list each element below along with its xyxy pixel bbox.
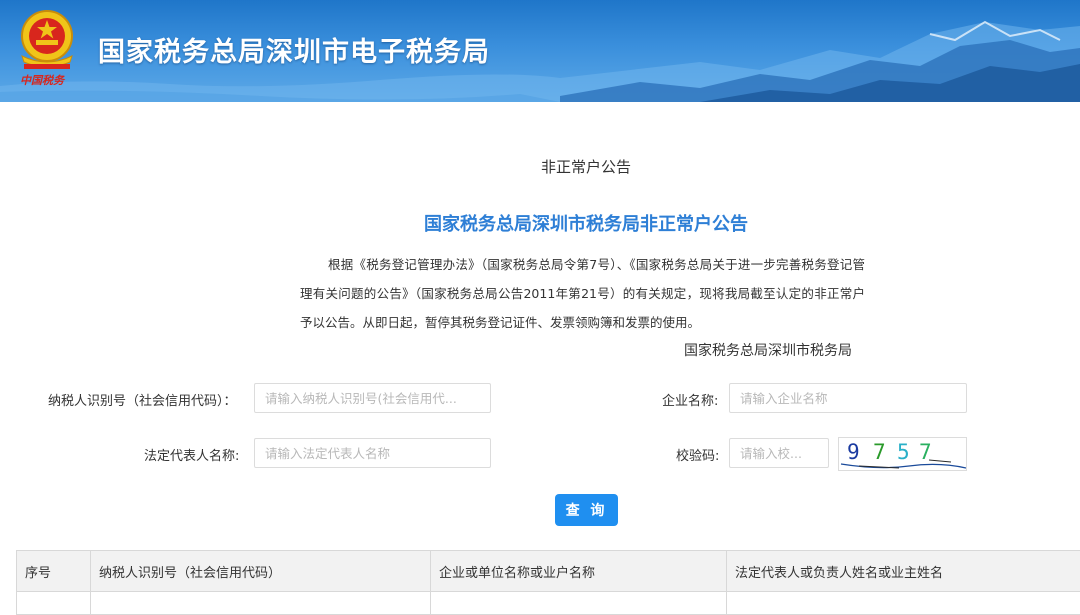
taxpayer-id-input[interactable] <box>254 383 491 413</box>
captcha-label: 校验码: <box>676 445 719 464</box>
result-table: 序号 纳税人识别号（社会信用代码） 企业或单位名称或业户名称 法定代表人或负责人… <box>16 550 1080 615</box>
captcha-input[interactable] <box>729 438 829 468</box>
site-title: 国家税务总局深圳市电子税务局 <box>98 30 490 69</box>
header-banner: 中国税务 国家税务总局深圳市电子税务局 <box>0 0 1080 102</box>
notice-title: 国家税务总局深圳市税务局非正常户公告 <box>0 210 1080 236</box>
notice-signature: 国家税务总局深圳市税务局 <box>684 340 852 360</box>
notice-body-text: 根据《税务登记管理办法》（国家税务总局令第7号）、《国家税务总局关于进一步完善税… <box>300 250 865 337</box>
captcha-image[interactable]: 9 7 5 7 <box>838 437 967 471</box>
captcha-char-1: 9 <box>847 440 860 464</box>
col-header-legal-rep: 法定代表人或负责人姓名或业主姓名 <box>727 551 1080 592</box>
table-cell <box>727 592 1080 615</box>
table-header-row: 序号 纳税人识别号（社会信用代码） 企业或单位名称或业户名称 法定代表人或负责人… <box>17 551 1080 592</box>
table-cell <box>431 592 727 615</box>
legal-rep-label: 法定代表人名称: <box>144 445 239 464</box>
table-cell <box>91 592 431 615</box>
search-button[interactable]: 查 询 <box>555 494 618 526</box>
company-name-label: 企业名称: <box>662 390 718 409</box>
taxpayer-id-label: 纳税人识别号（社会信用代码）： <box>48 390 237 409</box>
company-name-input[interactable] <box>729 383 967 413</box>
legal-rep-input[interactable] <box>254 438 491 468</box>
table-row <box>17 592 1080 615</box>
notice-heading: 非正常户公告 <box>0 156 1080 177</box>
col-header-taxpayer-id: 纳税人识别号（社会信用代码） <box>91 551 431 592</box>
captcha-char-2: 7 <box>873 440 886 464</box>
emblem-caption: 中国税务 <box>20 72 64 88</box>
captcha-char-4: 7 <box>919 440 932 464</box>
col-header-company-name: 企业或单位名称或业户名称 <box>431 551 727 592</box>
table-cell <box>17 592 91 615</box>
captcha-char-3: 5 <box>897 440 910 464</box>
col-header-index: 序号 <box>17 551 91 592</box>
notice-body: 根据《税务登记管理办法》（国家税务总局令第7号）、《国家税务总局关于进一步完善税… <box>300 250 865 337</box>
